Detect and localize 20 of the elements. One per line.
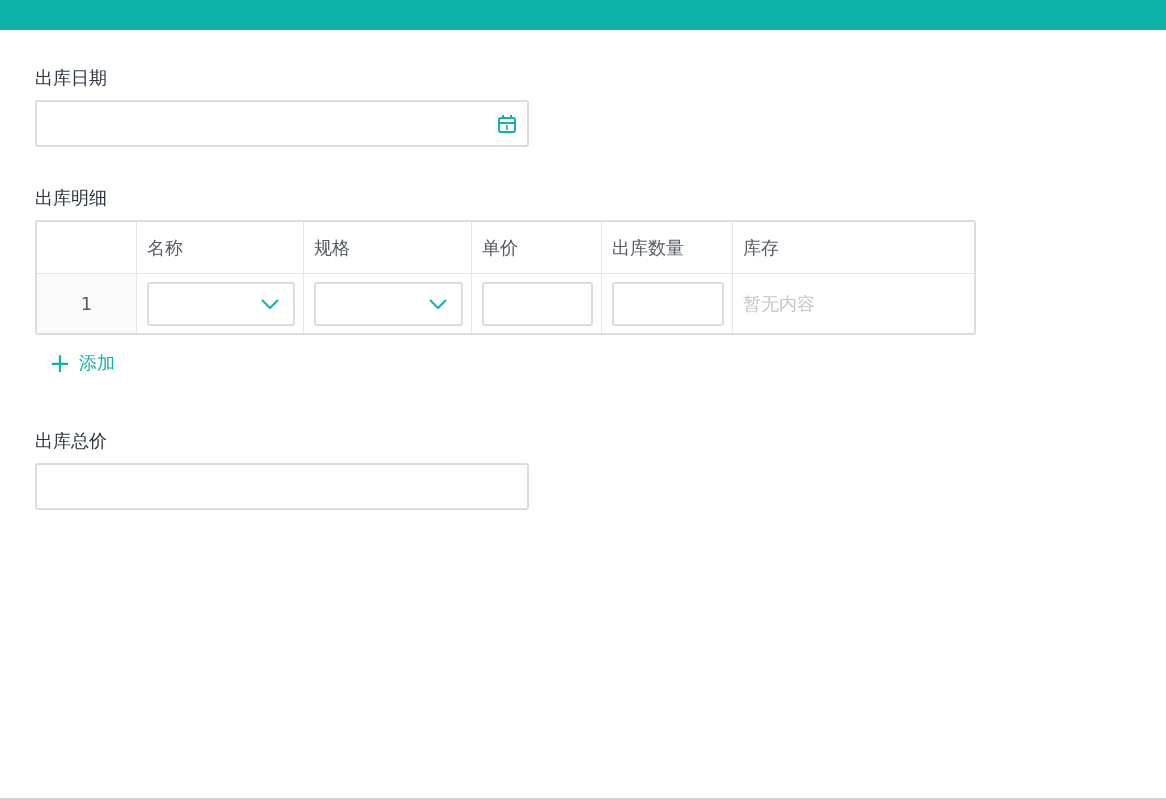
- column-header: 名称: [136, 222, 305, 274]
- column-header: 出库数量: [601, 222, 733, 274]
- total-price-field[interactable]: [35, 463, 529, 510]
- date-field[interactable]: [35, 100, 529, 147]
- chevron-down-icon: [261, 298, 280, 309]
- column-header: 单价: [472, 222, 602, 274]
- empty-text: 暂无内容: [742, 291, 815, 316]
- field-label: 出库总价: [35, 429, 108, 453]
- input-field[interactable]: [611, 281, 724, 326]
- column-header: 规格: [304, 222, 473, 274]
- select-field[interactable]: [314, 281, 464, 326]
- calendar-icon[interactable]: [497, 113, 517, 134]
- add-button[interactable]: + 添加: [49, 349, 115, 377]
- section-label: 出库明细: [35, 186, 108, 210]
- field-label: 出库日期: [35, 66, 108, 90]
- row-number: 1: [37, 274, 137, 333]
- select-field[interactable]: [146, 281, 296, 326]
- input-field[interactable]: [482, 281, 593, 326]
- chevron-down-icon: [429, 298, 448, 309]
- column-header: 库存: [732, 222, 974, 274]
